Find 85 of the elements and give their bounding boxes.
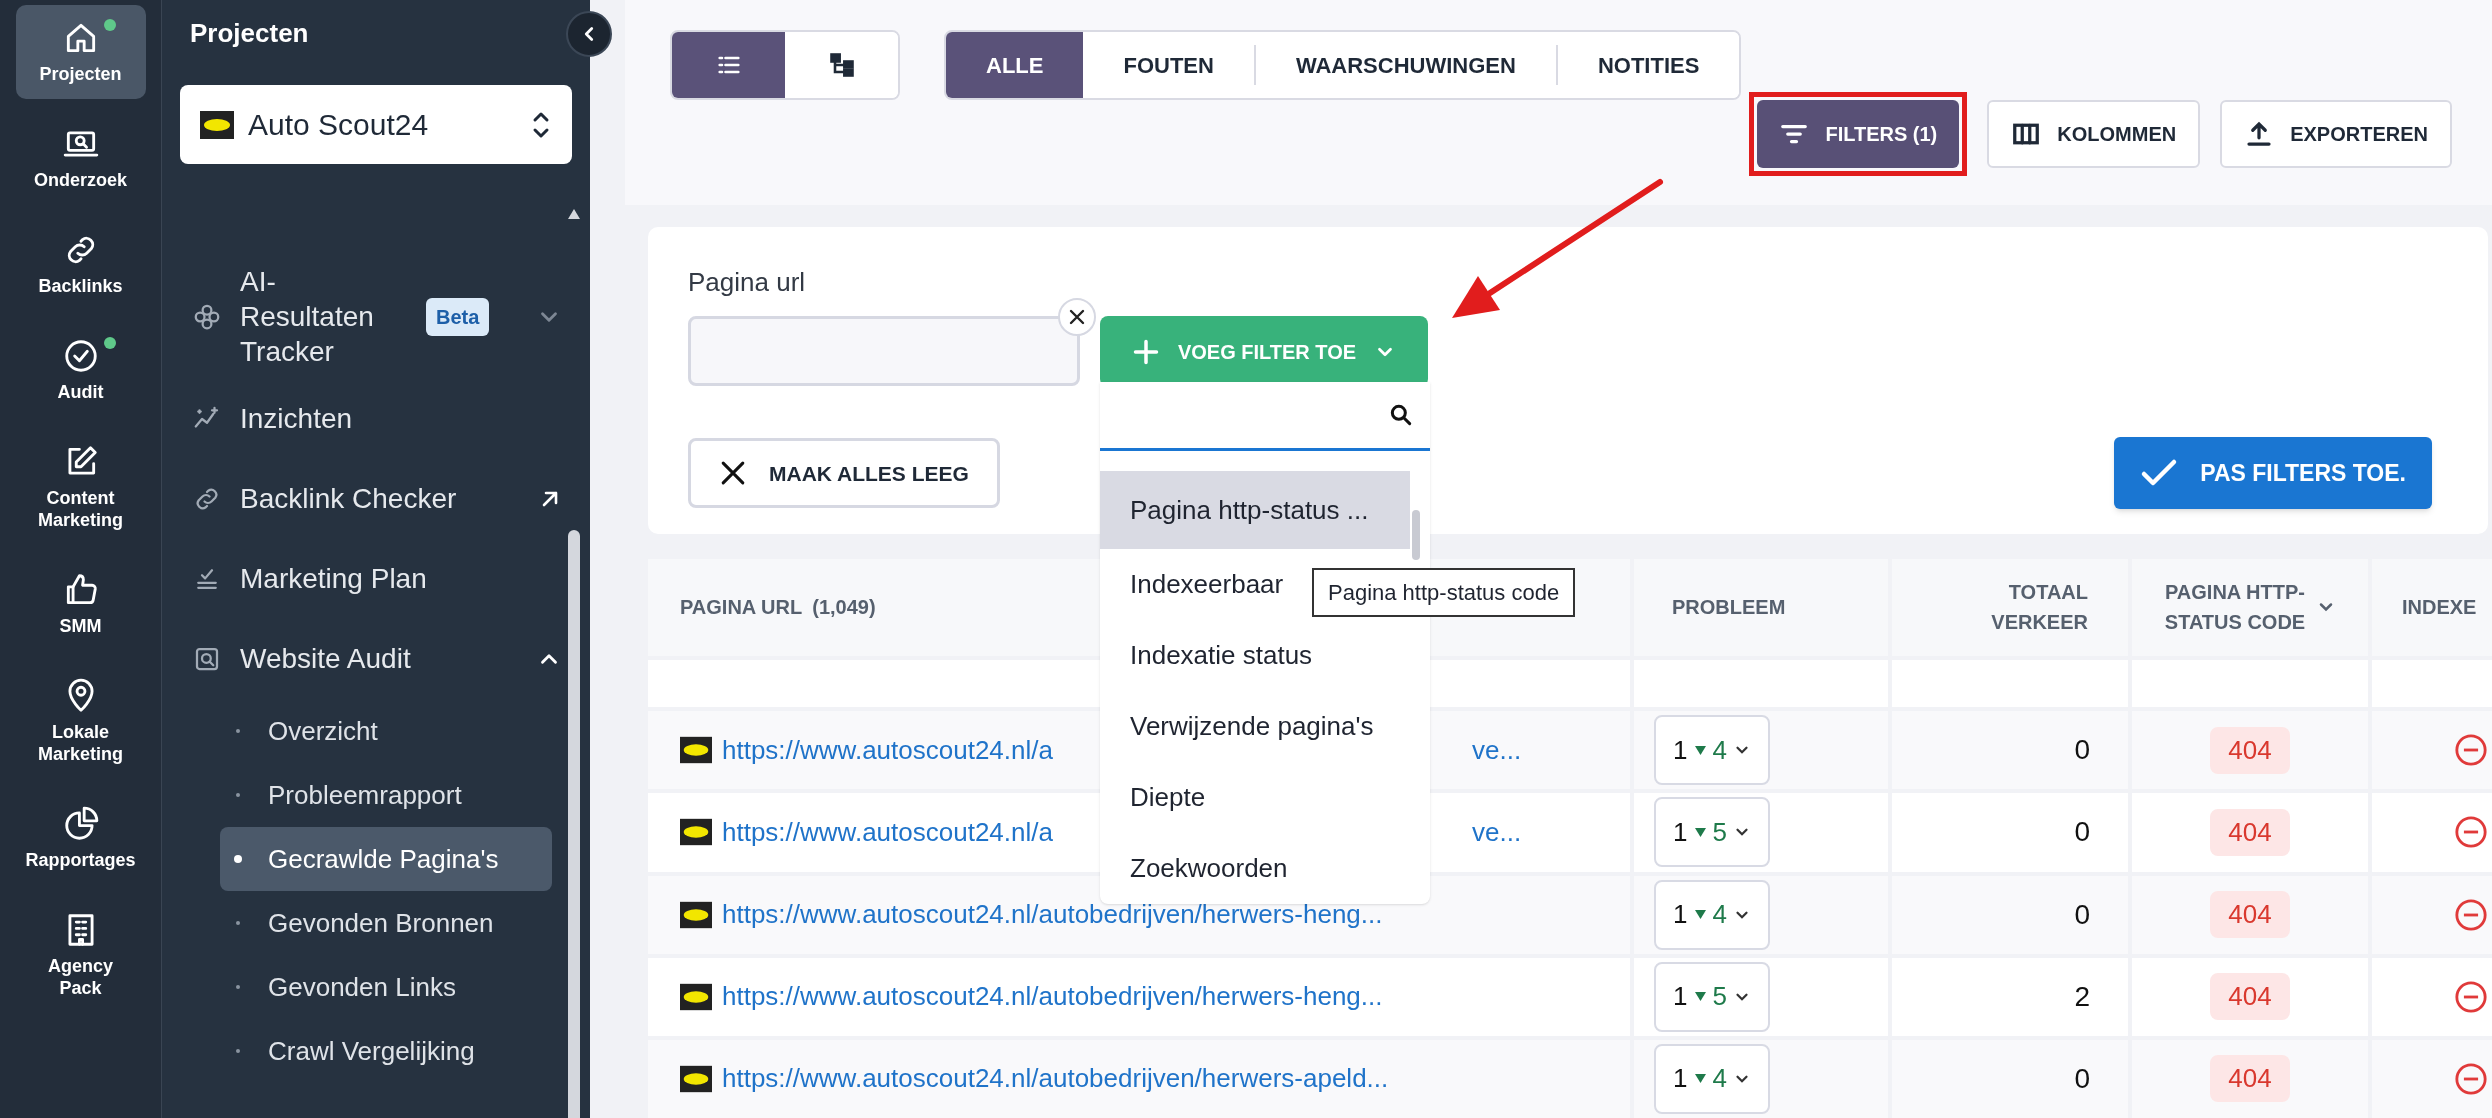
rail-item[interactable]: Onderzoek [15,111,146,205]
issues-dropdown[interactable]: 1 5 [1654,797,1770,868]
rail-item[interactable]: Agency Pack [15,897,146,1013]
url-input-field[interactable] [688,316,1080,387]
sidebar-subitem[interactable]: Gecrawlde Pagina's [220,827,552,891]
traffic-cell: 0 [1892,711,2128,790]
favicon-icon [680,818,712,847]
traffic-cell: 2 [1892,957,2128,1036]
column-header[interactable]: PROBLEEM [1634,558,1888,657]
page-link[interactable]: ve... [1472,730,1522,770]
status-badge: 404 [2210,808,2290,856]
beta-badge: Beta [426,297,490,336]
rail-item[interactable]: Audit [15,323,146,417]
traffic-cell: 0 [1892,875,2128,954]
minus-circle-icon [2454,979,2488,1014]
page-link[interactable]: https://www.autoscout24.nl/a [722,816,1053,847]
down-triangle-icon [1693,826,1707,838]
down-triangle-icon [1693,909,1707,921]
dropdown-option[interactable]: Diepte [1100,762,1410,833]
status-badge: 404 [2210,891,2290,939]
view-toggle-button[interactable] [672,32,785,98]
favicon-icon [680,1064,712,1093]
search-icon [1388,402,1414,428]
traffic-cell: 0 [1892,1039,2128,1118]
rail-item[interactable]: Projecten [15,5,146,99]
clear-field-button[interactable] [1058,298,1096,337]
column-header[interactable]: TOTAAL VERKEER [1892,558,2128,657]
sidebar-title: Projecten [190,17,309,50]
rail-item[interactable]: Backlinks [15,217,146,311]
minus-circle-icon [2454,815,2488,850]
sidebar-subitem[interactable]: Crawl Vergelijking [220,1019,552,1083]
minus-circle-icon [2454,1061,2488,1096]
scrollbar-thumb [1412,510,1420,560]
page-link[interactable]: https://www.autoscout24.nl/autobedrijven/herwers-heng... [722,981,1383,1012]
rail-item[interactable]: Content Marketing [15,429,146,545]
favicon-icon [680,736,712,765]
dropdown-option[interactable]: Indexatie status [1100,620,1410,691]
column-header[interactable]: INDEXE [2372,558,2492,657]
sidebar-item[interactable]: Website Audit [180,619,572,699]
rail-item[interactable]: Rapportages [15,791,146,885]
sidebar-subitem[interactable]: Probleemrapport [220,763,552,827]
issues-dropdown[interactable]: 1 4 [1654,879,1770,950]
export-button[interactable]: EXPORTEREN [2220,100,2452,168]
favicon-icon [680,900,712,929]
sidebar-item[interactable]: Inzichten [180,379,572,459]
traffic-cell: 0 [1892,793,2128,872]
sidebar-subitem[interactable]: Gevonden Bronnen [220,891,552,955]
clear-all-button[interactable]: MAAK ALLES LEEG [688,438,1000,509]
down-triangle-icon [1693,1073,1707,1085]
page-link[interactable]: https://www.autoscout24.nl/autobedrijven/herwers-apeld... [722,1063,1389,1094]
rail-item[interactable]: SMM [15,557,146,651]
collapse-button[interactable] [566,11,612,57]
sidebar-item[interactable]: Marketing Plan [180,539,572,619]
status-badge: 404 [2210,726,2290,774]
rail-item[interactable]: Lokale Marketing [15,663,146,779]
field-label: Pagina url [688,266,807,300]
scroll-up-arrow-icon [567,208,581,220]
status-badge: 404 [2210,1055,2290,1103]
minus-circle-icon [2454,897,2488,932]
page-link[interactable]: https://www.autoscout24.nl/a [722,734,1053,765]
page-link[interactable]: ve... [1472,812,1522,852]
column-header[interactable]: PAGINA HTTP-STATUS CODE [2132,558,2368,657]
minus-circle-icon [2454,733,2488,768]
issues-dropdown[interactable]: 1 5 [1654,961,1770,1032]
down-triangle-icon [1693,744,1707,756]
hierarchy-icon [827,51,856,79]
plus-icon [1131,337,1160,366]
sidebar-item[interactable]: Backlink Checker [180,459,572,539]
status-badge: 404 [2210,973,2290,1021]
filters-button[interactable]: FILTERS (1) [1757,100,1960,168]
sidebar-item[interactable]: AI-Resultaten Tracker Beta [180,254,572,379]
apply-filters-button[interactable]: PAS FILTERS TOE. [2114,437,2432,510]
down-triangle-icon [1693,991,1707,1003]
favicon-icon [200,110,234,139]
dropdown-option[interactable]: Pagina http-status ... [1100,471,1410,549]
tooltip: Pagina http-status code [1312,568,1576,617]
sidebar-subitem[interactable]: Overzicht [220,699,552,763]
issues-dropdown[interactable]: 1 4 [1654,715,1770,786]
filter-tab[interactable]: ALLE [946,32,1084,98]
columns-button[interactable]: KOLOMMEN [1987,100,2201,168]
issues-dropdown[interactable]: 1 4 [1654,1043,1770,1114]
favicon-icon [680,982,712,1011]
dropdown-option[interactable]: Verwijzende pagina's [1100,691,1410,762]
project-selector[interactable]: Auto Scout24 [180,85,572,164]
sidebar-subitem[interactable]: Gevonden Links [220,955,552,1019]
